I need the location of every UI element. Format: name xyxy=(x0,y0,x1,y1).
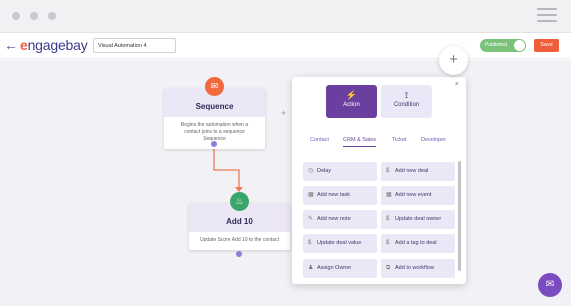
tab-contact[interactable]: Contact xyxy=(310,137,329,143)
tab-crm-sales[interactable]: CRM & Sales xyxy=(343,137,377,147)
action-update-deal-value[interactable]: $ Update deal value xyxy=(303,234,377,253)
action-add-tag-to-deal[interactable]: $ Add a tag to deal xyxy=(381,234,455,253)
panel-scrollbar[interactable] xyxy=(458,161,461,271)
dollar-icon: $ xyxy=(386,240,390,246)
flame-icon: ♨ xyxy=(230,192,249,211)
chat-icon[interactable]: ✉ xyxy=(538,273,562,297)
edit-icon: ✎ xyxy=(308,216,314,222)
close-icon[interactable]: × xyxy=(455,81,459,88)
dollar-icon: $ xyxy=(386,168,390,174)
action-add-new-note[interactable]: ✎ Add new note xyxy=(303,210,377,229)
bolt-icon: ⚡ xyxy=(345,90,358,100)
mail-icon: ✉ xyxy=(205,77,224,96)
action-delay[interactable]: ◷ Delay xyxy=(303,162,377,181)
dollar-icon: $ xyxy=(386,216,390,222)
action-grid: ◷ Delay $ Add new deal ▦ Add new task ▦ Add … xyxy=(303,162,455,278)
action-assign-owner[interactable]: ♟ Assign Owner xyxy=(303,259,377,278)
calendar-icon: ▦ xyxy=(308,192,314,198)
connector-line xyxy=(213,145,243,192)
action-type-button[interactable]: ⚡ Action xyxy=(326,85,377,118)
action-add-new-event[interactable]: ▦ Add new event xyxy=(381,186,455,205)
add10-node[interactable]: ♨ Add 10 Update Score Add 10 to the cont… xyxy=(189,192,290,250)
action-add-new-deal[interactable]: $ Add new deal xyxy=(381,162,455,181)
workflow-icon: ⧉ xyxy=(386,265,391,271)
action-update-deal-owner[interactable]: $ Update deal owner xyxy=(381,210,455,229)
action-add-new-task[interactable]: ▦ Add new task xyxy=(303,186,377,205)
output-connector[interactable] xyxy=(211,141,217,147)
node-description: Update Score Add 10 to the contact xyxy=(200,237,279,243)
dollar-icon: $ xyxy=(308,240,312,246)
output-connector[interactable] xyxy=(236,251,242,257)
condition-type-button[interactable]: ⟟ Condition xyxy=(381,85,432,118)
calendar-icon: ▦ xyxy=(386,192,392,198)
add-branch-icon[interactable]: + xyxy=(281,108,286,118)
tab-ticket[interactable]: Ticket xyxy=(392,137,406,143)
sequence-node[interactable]: ✉ Sequence Begins the automation when a … xyxy=(164,77,265,149)
clock-icon: ◷ xyxy=(308,168,314,174)
user-icon: ♟ xyxy=(308,265,314,271)
category-tabs: Contact CRM & Sales Ticket Developer xyxy=(292,137,466,151)
tab-developer[interactable]: Developer xyxy=(421,137,446,143)
add-step-plus-icon[interactable]: + xyxy=(439,46,468,75)
hierarchy-icon: ⟟ xyxy=(404,90,409,100)
action-add-to-workflow[interactable]: ⧉ Add to workflow xyxy=(381,259,455,278)
